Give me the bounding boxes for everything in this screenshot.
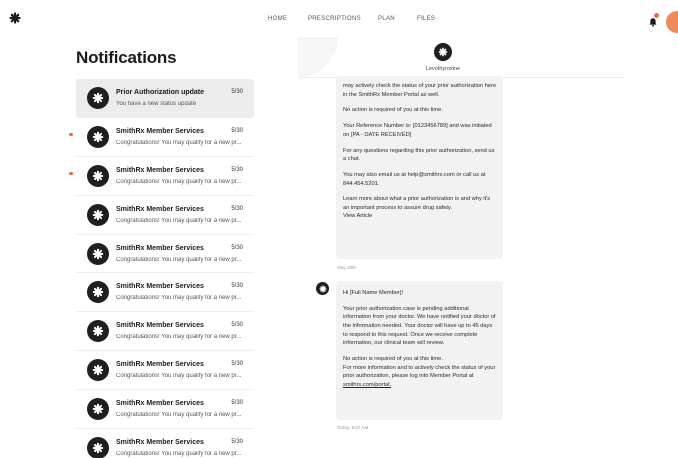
- portal-link[interactable]: smithrx.com/portal.: [343, 382, 391, 388]
- message-text: Learn more about what a prior authorizat…: [343, 195, 496, 221]
- nav-prescriptions-link[interactable]: PRESCRIPTIONS: [308, 16, 361, 22]
- message-timestamp: Today, 9:57 AM: [337, 425, 369, 430]
- smithrx-logo-icon: [87, 281, 109, 304]
- nav-plan-link[interactable]: PLAN: [378, 16, 395, 22]
- smithrx-logo-icon: [87, 359, 109, 382]
- notification-item[interactable]: Prior Authorization update 5/30 You have a…: [76, 79, 254, 118]
- smithrx-logo-icon: [87, 87, 109, 109]
- notification-date: 5/30: [231, 205, 243, 212]
- smithrx-logo-icon: [87, 203, 109, 226]
- smithrx-logo-icon: [87, 320, 109, 343]
- notification-date: 5/30: [231, 166, 243, 173]
- unread-dot: [69, 171, 73, 176]
- message-text: No action is required of you at this tim…: [343, 107, 443, 114]
- notification-date: 5/30: [231, 244, 243, 251]
- message-text: Your prior authorization case is pending…: [343, 305, 496, 347]
- smithrx-logo-icon: [87, 398, 109, 421]
- message-bubble: Hi [Full Name Member]! Your prior author…: [336, 281, 503, 420]
- smithrx-logo-icon: [87, 242, 109, 265]
- page-title: Notifications: [76, 48, 177, 67]
- sender-avatar-icon: [316, 282, 329, 295]
- message-closing: No action is required of you at this tim…: [343, 355, 443, 362]
- notification-item[interactable]: SmithRx Member Services 5/30 Congratulatio…: [69, 118, 254, 157]
- message-text: may actively check the status of your pr…: [343, 83, 497, 98]
- notification-date: 5/30: [231, 127, 243, 134]
- message-timestamp: May 29th: [337, 265, 356, 270]
- notification-item[interactable]: SmithRx Member Services 5/30 Congratulatio…: [76, 235, 254, 274]
- notification-date: 5/30: [231, 400, 243, 407]
- notification-title: SmithRx Member Services: [116, 322, 204, 330]
- message-text: Your Reference Number is: [0123456789] a…: [343, 123, 492, 138]
- message-more-info: For more information and to actively che…: [343, 364, 496, 380]
- notification-title: SmithRx Member Services: [116, 400, 204, 408]
- notification-title: SmithRx Member Services: [116, 205, 204, 213]
- message-text: For any questions regarding this prior a…: [343, 147, 495, 163]
- notification-item[interactable]: SmithRx Member Services 5/30 Congratulatio…: [76, 196, 254, 235]
- message-text: No action is required of you at this tim…: [343, 355, 496, 389]
- message-greeting: Hi [Full Name Member]!: [343, 290, 404, 296]
- message-text: You may also email us at help@smithrx.co…: [343, 171, 486, 187]
- notification-preview: Congratulations! You may qualify for a n…: [116, 412, 242, 419]
- view-article-link[interactable]: View Article: [343, 213, 372, 219]
- notification-date: 5/30: [231, 322, 243, 329]
- notification-date: 5/30: [231, 361, 243, 368]
- message-text: Learn more about what a prior authorizat…: [343, 196, 491, 211]
- notification-preview: Congratulations! You may qualify for a n…: [116, 256, 242, 263]
- notification-title: Prior Authorization update: [116, 89, 205, 96]
- notification-preview: Congratulations! You may qualify for a n…: [116, 451, 242, 458]
- nav-files-link[interactable]: FILES: [417, 16, 435, 22]
- notification-title: SmithRx Member Services: [116, 361, 204, 369]
- notification-preview: Congratulations! You may qualify for a n…: [116, 178, 242, 185]
- notification-item[interactable]: SmithRx Member Services 5/30 Congratulatio…: [76, 429, 254, 458]
- smithrx-logo-icon: [87, 164, 109, 187]
- avatar[interactable]: [666, 11, 678, 33]
- notification-date: 5/30: [231, 283, 243, 290]
- notification-preview: Congratulations! You may qualify for a n…: [116, 334, 242, 341]
- notification-preview: Congratulations! You may qualify for a n…: [116, 373, 242, 380]
- notification-item[interactable]: SmithRx Member Services 5/30 Congratulatio…: [69, 157, 254, 196]
- notification-item[interactable]: SmithRx Member Services 5/30 Congratulatio…: [76, 351, 254, 391]
- notification-list: Prior Authorization update 5/30 You have a…: [69, 79, 254, 458]
- sender-logo-icon: [434, 43, 452, 61]
- smithrx-logo-icon: [87, 125, 109, 148]
- notification-preview: Congratulations! You may qualify for a n…: [116, 295, 242, 302]
- message-bubble: may actively check the status of your pr…: [336, 76, 503, 259]
- notification-title: SmithRx Member Services: [116, 283, 204, 291]
- smithrx-logo-icon[interactable]: [9, 11, 21, 24]
- nav-home-link[interactable]: HOME: [268, 16, 287, 22]
- notification-date: 5/30: [231, 89, 243, 95]
- conversation-title: Levothyroxine: [425, 66, 461, 72]
- notification-item[interactable]: SmithRx Member Services 5/30 Congratulatio…: [76, 312, 254, 352]
- smithrx-logo-icon: [87, 437, 109, 458]
- notification-badge: [654, 13, 659, 18]
- notification-preview: You have a new status update: [116, 101, 197, 107]
- unread-dot: [69, 132, 73, 137]
- notification-item[interactable]: SmithRx Member Services 5/30 Congratulatio…: [76, 273, 254, 313]
- notification-preview: Congratulations! You may qualify for a n…: [116, 139, 242, 146]
- notification-title: SmithRx Member Services: [116, 244, 204, 252]
- notification-title: SmithRx Member Services: [116, 166, 204, 174]
- notification-title: SmithRx Member Services: [116, 439, 204, 447]
- notification-item[interactable]: SmithRx Member Services 5/30 Congratulatio…: [76, 390, 254, 430]
- notification-title: SmithRx Member Services: [116, 127, 204, 135]
- notification-preview: Congratulations! You may qualify for a n…: [116, 217, 242, 224]
- notification-date: 5/30: [231, 439, 243, 446]
